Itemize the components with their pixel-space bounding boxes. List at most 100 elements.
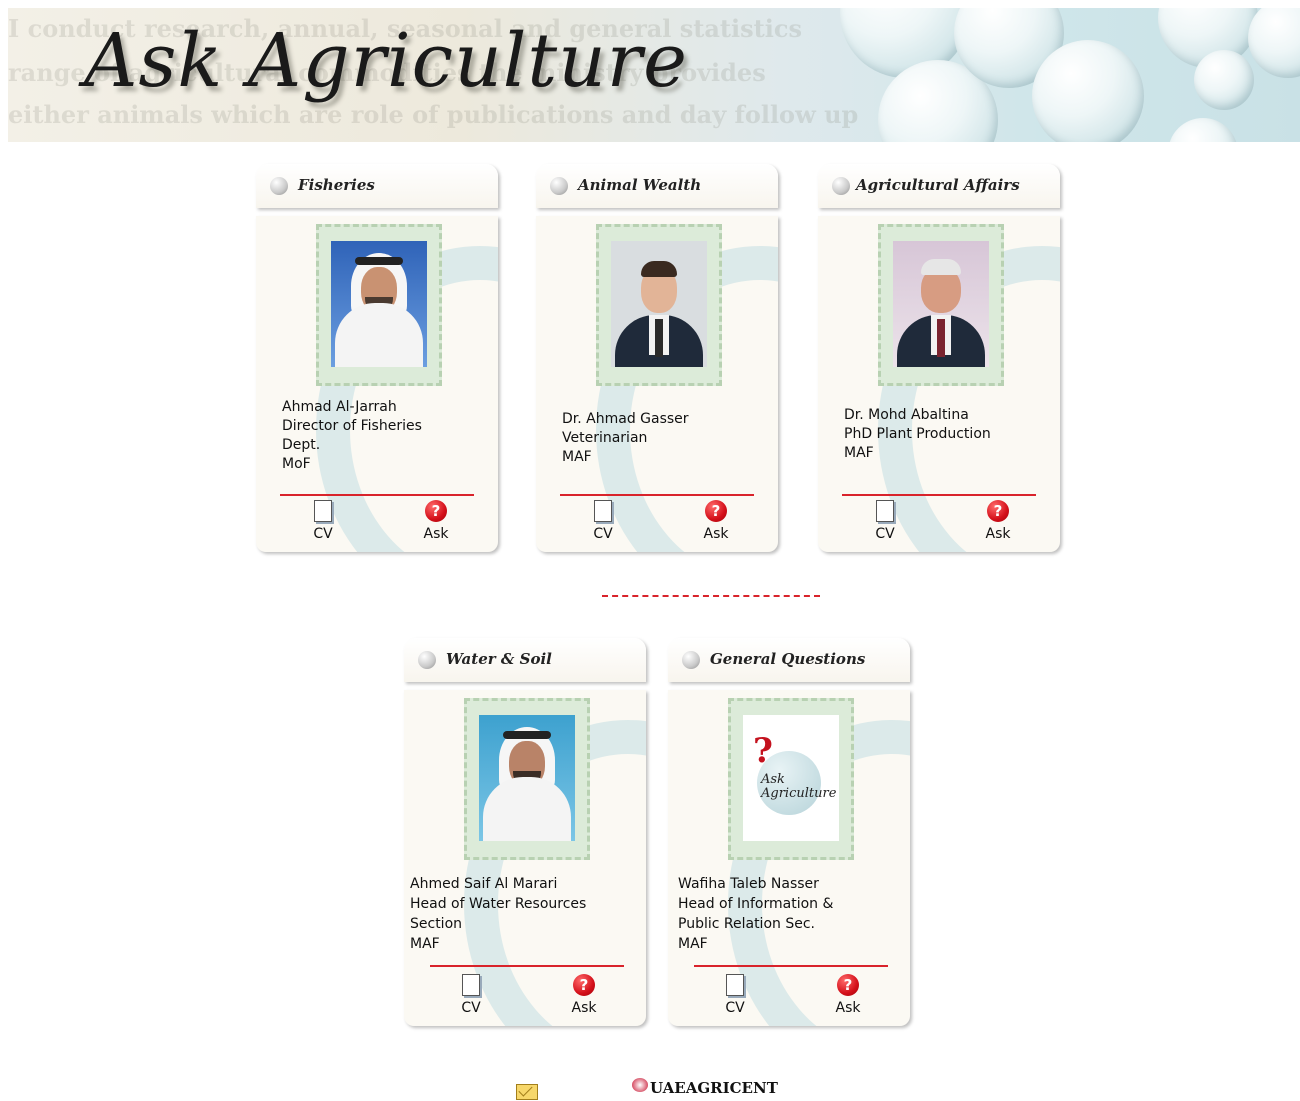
divider [560,494,754,496]
cv-label[interactable]: CV [586,526,620,542]
brand-logo-icon [632,1078,648,1092]
expert-info: Ahmed Saif Al Marari Head of Water Resou… [410,874,622,954]
card-category: General Questions [710,650,866,668]
expert-photo-frame [464,698,590,860]
expert-org: MAF [410,936,440,952]
expert-org: MAF [844,445,874,461]
ask-link[interactable]: ? Ask [696,500,736,542]
expert-card-water-soil: Water & Soil Ahmed Saif Al Marari Head o… [404,638,650,1030]
expert-photo[interactable] [893,241,989,367]
question-icon[interactable]: ? [425,500,447,522]
question-mark-icon: ? [753,731,773,771]
expert-photo-frame [316,224,442,386]
expert-card-fisheries: Fisheries Ahmad Al-Jarrah Director of Fi… [256,164,502,556]
expert-org: MAF [678,936,708,952]
expert-photo[interactable] [479,715,575,841]
card-header: Fisheries [256,164,498,208]
document-icon[interactable] [314,500,332,522]
expert-title: Head of Information & [678,896,834,912]
footer-brand[interactable]: UAEAGRICENT [650,1079,778,1097]
banner-bubble [1248,8,1300,78]
ask-label[interactable]: Ask [978,526,1018,542]
expert-info: Dr. Ahmad Gasser Veterinarian MAF [562,410,774,467]
expert-info: Ahmad Al-Jarrah Director of Fisheries De… [282,398,494,474]
cv-link[interactable]: CV [586,500,620,542]
card-header: Water & Soil [404,638,646,682]
ask-label[interactable]: Ask [828,1000,868,1016]
divider [842,494,1036,496]
cv-label[interactable]: CV [868,526,902,542]
sphere-bullet-icon [832,177,850,195]
document-icon[interactable] [726,974,744,996]
card-body: ? Ask Agriculture Wafiha Taleb Nasser He… [668,690,910,1026]
expert-name: Dr. Ahmad Gasser [562,411,689,427]
ask-label[interactable]: Ask [416,526,456,542]
cv-link[interactable]: CV [454,974,488,1016]
footer-brand-link[interactable]: UAEAGRICENT [632,1078,778,1097]
expert-org: MAF [562,449,592,465]
expert-card-agricultural-affairs: Agricultural Affairs Dr. Mohd Abaltina P… [818,164,1064,556]
expert-photo[interactable] [331,241,427,367]
card-header: General Questions [668,638,910,682]
cv-label[interactable]: CV [454,1000,488,1016]
question-icon[interactable]: ? [573,974,595,996]
document-icon[interactable] [594,500,612,522]
sphere-bullet-icon [682,651,700,669]
expert-info: Wafiha Taleb Nasser Head of Information … [678,874,890,954]
divider [280,494,474,496]
document-icon[interactable] [462,974,480,996]
logo-photo-frame: ? Ask Agriculture [728,698,854,860]
card-header: Animal Wealth [536,164,778,208]
ask-label[interactable]: Ask [696,526,736,542]
banner-bubble [1194,50,1254,110]
ask-agriculture-logo[interactable]: ? Ask Agriculture [743,715,839,841]
question-icon[interactable]: ? [987,500,1009,522]
ask-label[interactable]: Ask [564,1000,604,1016]
expert-name: Dr. Mohd Abaltina [844,407,969,423]
expert-title: Director of Fisheries [282,418,422,434]
banner-background-text: either animals which are role of publica… [8,100,859,129]
card-category: Water & Soil [446,650,552,668]
card-body: Ahmad Al-Jarrah Director of Fisheries De… [256,216,498,552]
document-icon[interactable] [876,500,894,522]
expert-photo[interactable] [611,241,707,367]
banner-bubble [1168,118,1238,142]
question-icon[interactable]: ? [705,500,727,522]
expert-title: Dept. [282,437,321,453]
expert-title: PhD Plant Production [844,426,991,442]
card-category: Agricultural Affairs [856,176,1020,194]
cv-label[interactable]: CV [306,526,340,542]
sphere-bullet-icon [418,651,436,669]
expert-photo-frame [596,224,722,386]
logo-text: Ask Agriculture [761,772,837,801]
ask-link[interactable]: ? Ask [828,974,868,1016]
cv-link[interactable]: CV [306,500,340,542]
site-title: Ask Agriculture [84,18,688,104]
ask-link[interactable]: ? Ask [564,974,604,1016]
card-body: Dr. Ahmad Gasser Veterinarian MAF CV ? A… [536,216,778,552]
ask-link[interactable]: ? Ask [978,500,1018,542]
sphere-bullet-icon [270,177,288,195]
header-banner: I conduct research, annual, seasonal and… [8,8,1300,142]
mail-icon[interactable] [516,1084,538,1100]
card-header: Agricultural Affairs [818,164,1060,208]
divider [430,965,624,967]
expert-title: Veterinarian [562,430,648,446]
card-body: Ahmed Saif Al Marari Head of Water Resou… [404,690,646,1026]
ask-link[interactable]: ? Ask [416,500,456,542]
card-category: Fisheries [298,176,375,194]
expert-org: MoF [282,456,311,472]
expert-info: Dr. Mohd Abaltina PhD Plant Production M… [844,406,1056,463]
cv-link[interactable]: CV [718,974,752,1016]
expert-card-general-questions: General Questions ? Ask Agriculture Wafi… [668,638,914,1030]
expert-name: Wafiha Taleb Nasser [678,876,819,892]
cv-link[interactable]: CV [868,500,902,542]
expert-title: Head of Water Resources [410,896,587,912]
expert-title: Section [410,916,463,932]
section-separator [602,595,820,597]
expert-card-animal-wealth: Animal Wealth Dr. Ahmad Gasser Veterinar… [536,164,782,556]
divider [694,965,888,967]
cv-label[interactable]: CV [718,1000,752,1016]
card-body: Dr. Mohd Abaltina PhD Plant Production M… [818,216,1060,552]
question-icon[interactable]: ? [837,974,859,996]
